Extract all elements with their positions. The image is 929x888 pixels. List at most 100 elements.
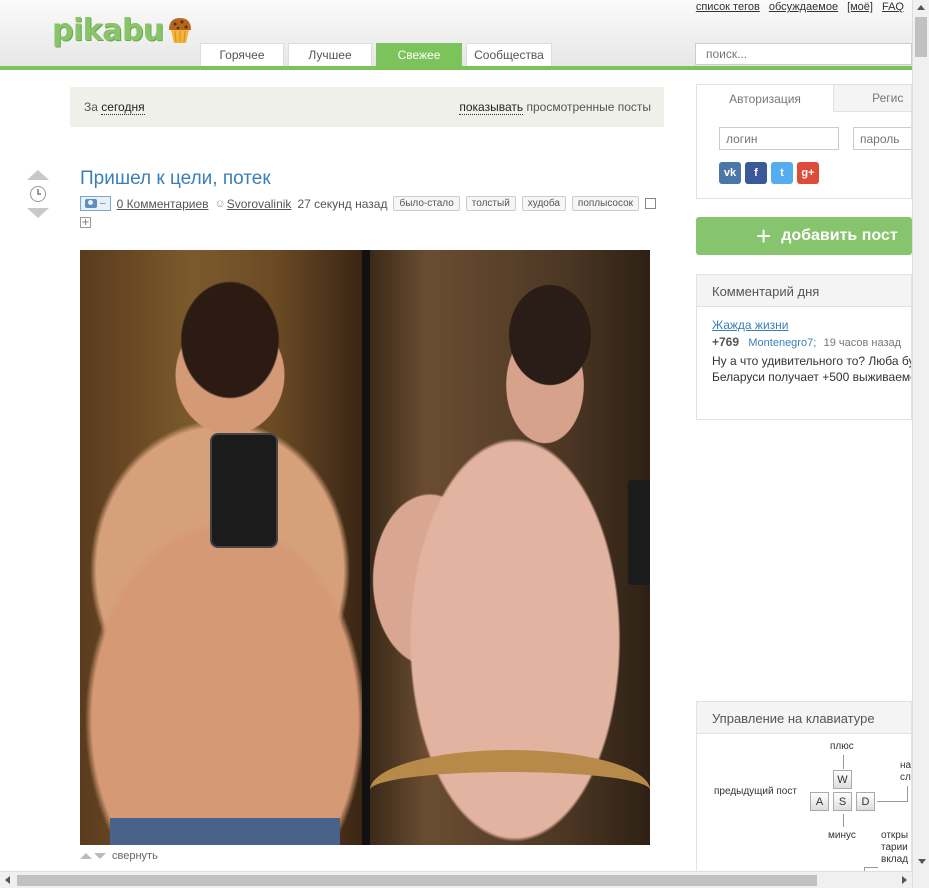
tab-register[interactable]: Регис — [834, 85, 911, 112]
scroll-left-arrow-icon[interactable] — [5, 876, 10, 884]
connector-line — [843, 755, 844, 769]
comment-of-day-panel: Комментарий дня Жажда жизни +769 Montene… — [696, 274, 912, 420]
mine-link[interactable]: [моё] — [847, 1, 873, 13]
vertical-scroll-thumb[interactable] — [915, 17, 927, 57]
save-icon[interactable] — [645, 198, 657, 209]
vk-icon[interactable]: vk — [719, 162, 741, 184]
viewed-filter: показывать просмотренные посты — [459, 100, 651, 115]
connector-line — [907, 786, 908, 802]
period-selector[interactable]: сегодня — [101, 100, 145, 115]
show-viewed-suffix: просмотренные посты — [526, 100, 651, 114]
vote-controls — [27, 170, 49, 218]
logo-text: pikabu — [52, 12, 164, 48]
collapse-label: свернуть — [112, 850, 158, 862]
comment-of-day-heading: Комментарий дня — [697, 275, 911, 307]
tab-login[interactable]: Авторизация — [697, 85, 835, 112]
key-d: D — [856, 792, 875, 811]
photo-badge: – — [80, 196, 111, 211]
twitter-icon[interactable]: t — [771, 162, 793, 184]
scroll-up-arrow-icon[interactable] — [917, 5, 925, 10]
tab-best[interactable]: Лучшее — [288, 43, 372, 66]
keyboard-help-panel: Управление на клавиатуре плюс начало сле… — [696, 701, 912, 888]
comment-time: 19 часов назад — [823, 337, 902, 349]
auth-tabs: Авторизация Регис — [697, 85, 911, 112]
next-key-label-1: начало — [900, 760, 911, 771]
comment-post-link[interactable]: Жажда жизни — [712, 318, 789, 332]
add-post-button[interactable]: + добавить пост — [696, 217, 912, 255]
tag-chip[interactable]: худоба — [521, 196, 566, 211]
connector-line — [843, 814, 844, 827]
post-time: 27 секунд назад — [297, 196, 388, 211]
open-key-label-3: вклад — [881, 854, 909, 865]
mirror-frame-graphic — [370, 750, 650, 845]
key-w: W — [833, 770, 852, 789]
post-title[interactable]: Пришел к цели, потек — [80, 168, 271, 190]
tab-fresh[interactable]: Свежее — [376, 43, 462, 66]
main-nav: Горячее Лучшее Свежее Сообщества — [200, 43, 552, 66]
horizontal-scrollbar[interactable] — [0, 871, 912, 888]
user-icon: ☺ — [214, 197, 226, 210]
clock-icon — [30, 186, 46, 202]
keyboard-help-heading: Управление на клавиатуре — [697, 702, 911, 734]
discussed-link[interactable]: обсуждаемое — [769, 1, 838, 13]
add-post-label: добавить пост — [781, 227, 898, 244]
show-viewed-toggle[interactable]: показывать — [459, 100, 524, 115]
horizontal-scroll-thumb[interactable] — [17, 875, 817, 886]
login-field[interactable] — [719, 127, 839, 150]
top-links: список тегов обсуждаемое [моё] FAQ — [696, 1, 904, 13]
connector-line — [877, 801, 907, 802]
site-header: pikabu список тегов обсуждаемое [моё] FA… — [0, 0, 912, 68]
next-key-label-2: следую — [900, 772, 911, 783]
prev-key-label: предыдущий пост — [714, 786, 797, 797]
vertical-scrollbar[interactable] — [912, 0, 929, 888]
social-login: vk f t g+ — [719, 162, 819, 184]
comment-score: +769 — [712, 335, 740, 349]
search-input[interactable] — [695, 43, 912, 65]
open-key-label-1: откры — [881, 830, 909, 841]
facebook-icon[interactable]: f — [745, 162, 767, 184]
after-photo — [370, 250, 650, 845]
camera-icon — [85, 199, 97, 208]
plus-icon: + — [756, 221, 772, 251]
tab-communities[interactable]: Сообщества — [466, 43, 552, 66]
upvote-icon[interactable] — [27, 170, 49, 180]
collapse-down-icon — [94, 853, 106, 859]
tag-chip[interactable]: было-стало — [393, 196, 460, 211]
key-s: S — [833, 792, 852, 811]
comment-author-link[interactable]: Montenegro7; — [748, 337, 816, 349]
author-link[interactable]: Svorovalinik — [227, 197, 292, 211]
downvote-icon[interactable] — [27, 208, 49, 218]
post-meta: – 0 Комментариев ☺ Svorovalinik 27 секун… — [80, 196, 657, 211]
collapse-up-icon — [80, 853, 92, 859]
auth-panel: Авторизация Регис vk f t g+ — [696, 84, 912, 199]
scroll-right-arrow-icon[interactable] — [902, 876, 907, 884]
post-image[interactable] — [80, 250, 650, 845]
jeans-graphic — [110, 818, 340, 845]
auth-inputs — [719, 127, 911, 150]
photo-badge-text: – — [100, 198, 106, 209]
connector-line — [864, 867, 878, 868]
logo[interactable]: pikabu — [52, 10, 195, 50]
comment-text: Ну а что удивительного то? Люба будучи в… — [712, 354, 911, 384]
filter-bar: За сегодня показывать просмотренные пост… — [70, 87, 664, 127]
page: pikabu список тегов обсуждаемое [моё] FA… — [0, 0, 929, 888]
comments-link[interactable]: 0 Комментариев — [117, 197, 209, 211]
scroll-down-arrow-icon[interactable] — [918, 859, 926, 864]
expand-tags-icon[interactable]: + — [80, 217, 91, 228]
period-filter: За сегодня — [84, 100, 145, 115]
tag-list-link[interactable]: список тегов — [696, 1, 760, 13]
minus-key-label: минус — [828, 830, 856, 841]
comment-info: +769 Montenegro7; 19 часов назад — [712, 335, 901, 349]
photo-divider — [362, 250, 370, 845]
collapse-control[interactable]: свернуть — [80, 850, 158, 862]
open-key-label-2: тарии — [881, 842, 908, 853]
google-plus-icon[interactable]: g+ — [797, 162, 819, 184]
phone-graphic — [210, 433, 278, 548]
period-prefix: За — [84, 100, 98, 114]
tab-hot[interactable]: Горячее — [200, 43, 284, 66]
before-photo — [80, 250, 362, 845]
faq-link[interactable]: FAQ — [882, 1, 904, 13]
tag-chip[interactable]: толстый — [465, 196, 516, 211]
password-field[interactable] — [853, 127, 911, 150]
tag-chip[interactable]: поплысосок — [571, 196, 640, 211]
